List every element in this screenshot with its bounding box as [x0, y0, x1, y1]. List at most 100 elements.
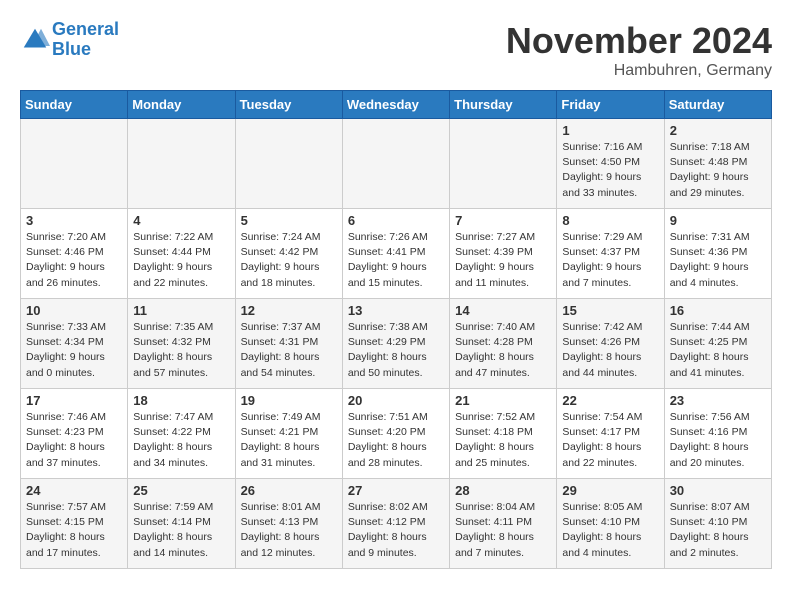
day-cell: 15 Sunrise: 7:42 AMSunset: 4:26 PMDayligh…: [557, 299, 664, 389]
day-number: 6: [348, 213, 444, 228]
day-cell: 5 Sunrise: 7:24 AMSunset: 4:42 PMDaylight…: [235, 209, 342, 299]
day-number: 22: [562, 393, 658, 408]
day-cell: [235, 119, 342, 209]
day-cell: 12 Sunrise: 7:37 AMSunset: 4:31 PMDayligh…: [235, 299, 342, 389]
day-number: 21: [455, 393, 551, 408]
day-cell: 28 Sunrise: 8:04 AMSunset: 4:11 PMDayligh…: [450, 479, 557, 569]
day-header-sunday: Sunday: [21, 91, 128, 119]
day-cell: 29Sunrise: 8:05 AMSunset: 4:10 PMDayligh…: [557, 479, 664, 569]
day-number: 11: [133, 303, 229, 318]
logo-text: General Blue: [52, 20, 119, 60]
day-cell: 30Sunrise: 8:07 AMSunset: 4:10 PMDayligh…: [664, 479, 771, 569]
logo-icon: [20, 25, 50, 55]
day-info: Sunrise: 7:22 AMSunset: 4:44 PMDaylight:…: [133, 230, 229, 291]
day-info: Sunrise: 7:38 AMSunset: 4:29 PMDaylight:…: [348, 320, 444, 381]
day-number: 14: [455, 303, 551, 318]
day-number: 10: [26, 303, 122, 318]
day-cell: 21 Sunrise: 7:52 AMSunset: 4:18 PMDayligh…: [450, 389, 557, 479]
day-info: Sunrise: 7:44 AMSunset: 4:25 PMDaylight:…: [670, 320, 766, 381]
day-info: Sunrise: 7:37 AMSunset: 4:31 PMDaylight:…: [241, 320, 337, 381]
day-cell: 19 Sunrise: 7:49 AMSunset: 4:21 PMDayligh…: [235, 389, 342, 479]
day-number: 20: [348, 393, 444, 408]
day-info: Sunrise: 7:59 AMSunset: 4:14 PMDaylight:…: [133, 500, 229, 561]
day-cell: 18 Sunrise: 7:47 AMSunset: 4:22 PMDayligh…: [128, 389, 235, 479]
day-cell: 16Sunrise: 7:44 AMSunset: 4:25 PMDayligh…: [664, 299, 771, 389]
day-header-thursday: Thursday: [450, 91, 557, 119]
day-cell: [450, 119, 557, 209]
day-cell: [21, 119, 128, 209]
day-number: 30: [670, 483, 766, 498]
week-row-1: 1 Sunrise: 7:16 AMSunset: 4:50 PMDaylight…: [21, 119, 772, 209]
day-info: Sunrise: 7:47 AMSunset: 4:22 PMDaylight:…: [133, 410, 229, 471]
day-number: 9: [670, 213, 766, 228]
day-info: Sunrise: 7:20 AMSunset: 4:46 PMDaylight:…: [26, 230, 122, 291]
day-number: 7: [455, 213, 551, 228]
month-title: November 2024: [506, 20, 772, 62]
day-info: Sunrise: 7:56 AMSunset: 4:16 PMDaylight:…: [670, 410, 766, 471]
day-number: 26: [241, 483, 337, 498]
day-header-friday: Friday: [557, 91, 664, 119]
day-number: 19: [241, 393, 337, 408]
day-cell: 4 Sunrise: 7:22 AMSunset: 4:44 PMDaylight…: [128, 209, 235, 299]
day-info: Sunrise: 7:51 AMSunset: 4:20 PMDaylight:…: [348, 410, 444, 471]
day-number: 3: [26, 213, 122, 228]
day-cell: 25 Sunrise: 7:59 AMSunset: 4:14 PMDayligh…: [128, 479, 235, 569]
title-block: November 2024 Hambuhren, Germany: [506, 20, 772, 80]
day-cell: 20 Sunrise: 7:51 AMSunset: 4:20 PMDayligh…: [342, 389, 449, 479]
day-number: 17: [26, 393, 122, 408]
day-info: Sunrise: 7:49 AMSunset: 4:21 PMDaylight:…: [241, 410, 337, 471]
day-cell: 26 Sunrise: 8:01 AMSunset: 4:13 PMDayligh…: [235, 479, 342, 569]
day-number: 2: [670, 123, 766, 138]
day-info: Sunrise: 8:01 AMSunset: 4:13 PMDaylight:…: [241, 500, 337, 561]
page-header: General Blue November 2024 Hambuhren, Ge…: [20, 20, 772, 80]
calendar-header: SundayMondayTuesdayWednesdayThursdayFrid…: [21, 91, 772, 119]
calendar-table: SundayMondayTuesdayWednesdayThursdayFrid…: [20, 90, 772, 569]
day-number: 18: [133, 393, 229, 408]
day-number: 4: [133, 213, 229, 228]
day-number: 8: [562, 213, 658, 228]
day-cell: 10 Sunrise: 7:33 AMSunset: 4:34 PMDayligh…: [21, 299, 128, 389]
day-header-wednesday: Wednesday: [342, 91, 449, 119]
week-row-4: 17Sunrise: 7:46 AMSunset: 4:23 PMDayligh…: [21, 389, 772, 479]
day-info: Sunrise: 7:31 AMSunset: 4:36 PMDaylight:…: [670, 230, 766, 291]
day-number: 28: [455, 483, 551, 498]
day-cell: 6 Sunrise: 7:26 AMSunset: 4:41 PMDaylight…: [342, 209, 449, 299]
day-cell: 24 Sunrise: 7:57 AMSunset: 4:15 PMDayligh…: [21, 479, 128, 569]
day-info: Sunrise: 7:33 AMSunset: 4:34 PMDaylight:…: [26, 320, 122, 381]
day-cell: 23Sunrise: 7:56 AMSunset: 4:16 PMDayligh…: [664, 389, 771, 479]
day-number: 24: [26, 483, 122, 498]
day-cell: 13Sunrise: 7:38 AMSunset: 4:29 PMDayligh…: [342, 299, 449, 389]
day-header-tuesday: Tuesday: [235, 91, 342, 119]
day-cell: 22 Sunrise: 7:54 AMSunset: 4:17 PMDayligh…: [557, 389, 664, 479]
day-number: 12: [241, 303, 337, 318]
day-info: Sunrise: 7:42 AMSunset: 4:26 PMDaylight:…: [562, 320, 658, 381]
day-info: Sunrise: 7:54 AMSunset: 4:17 PMDaylight:…: [562, 410, 658, 471]
day-cell: 11 Sunrise: 7:35 AMSunset: 4:32 PMDayligh…: [128, 299, 235, 389]
day-info: Sunrise: 7:57 AMSunset: 4:15 PMDaylight:…: [26, 500, 122, 561]
day-number: 15: [562, 303, 658, 318]
day-info: Sunrise: 7:52 AMSunset: 4:18 PMDaylight:…: [455, 410, 551, 471]
day-info: Sunrise: 7:35 AMSunset: 4:32 PMDaylight:…: [133, 320, 229, 381]
day-cell: 3 Sunrise: 7:20 AMSunset: 4:46 PMDaylight…: [21, 209, 128, 299]
day-cell: 9 Sunrise: 7:31 AMSunset: 4:36 PMDaylight…: [664, 209, 771, 299]
day-number: 5: [241, 213, 337, 228]
day-info: Sunrise: 7:16 AMSunset: 4:50 PMDaylight:…: [562, 140, 658, 201]
day-info: Sunrise: 8:04 AMSunset: 4:11 PMDaylight:…: [455, 500, 551, 561]
day-number: 27: [348, 483, 444, 498]
week-row-5: 24 Sunrise: 7:57 AMSunset: 4:15 PMDayligh…: [21, 479, 772, 569]
day-number: 1: [562, 123, 658, 138]
day-cell: [128, 119, 235, 209]
logo: General Blue: [20, 20, 119, 60]
day-info: Sunrise: 7:26 AMSunset: 4:41 PMDaylight:…: [348, 230, 444, 291]
day-info: Sunrise: 7:29 AMSunset: 4:37 PMDaylight:…: [562, 230, 658, 291]
day-info: Sunrise: 7:18 AMSunset: 4:48 PMDaylight:…: [670, 140, 766, 201]
day-cell: 17Sunrise: 7:46 AMSunset: 4:23 PMDayligh…: [21, 389, 128, 479]
day-header-saturday: Saturday: [664, 91, 771, 119]
day-info: Sunrise: 8:05 AMSunset: 4:10 PMDaylight:…: [562, 500, 658, 561]
day-cell: 2 Sunrise: 7:18 AMSunset: 4:48 PMDaylight…: [664, 119, 771, 209]
day-info: Sunrise: 7:24 AMSunset: 4:42 PMDaylight:…: [241, 230, 337, 291]
day-cell: 7Sunrise: 7:27 AMSunset: 4:39 PMDaylight…: [450, 209, 557, 299]
calendar-body: 1 Sunrise: 7:16 AMSunset: 4:50 PMDaylight…: [21, 119, 772, 569]
week-row-3: 10 Sunrise: 7:33 AMSunset: 4:34 PMDayligh…: [21, 299, 772, 389]
day-number: 25: [133, 483, 229, 498]
